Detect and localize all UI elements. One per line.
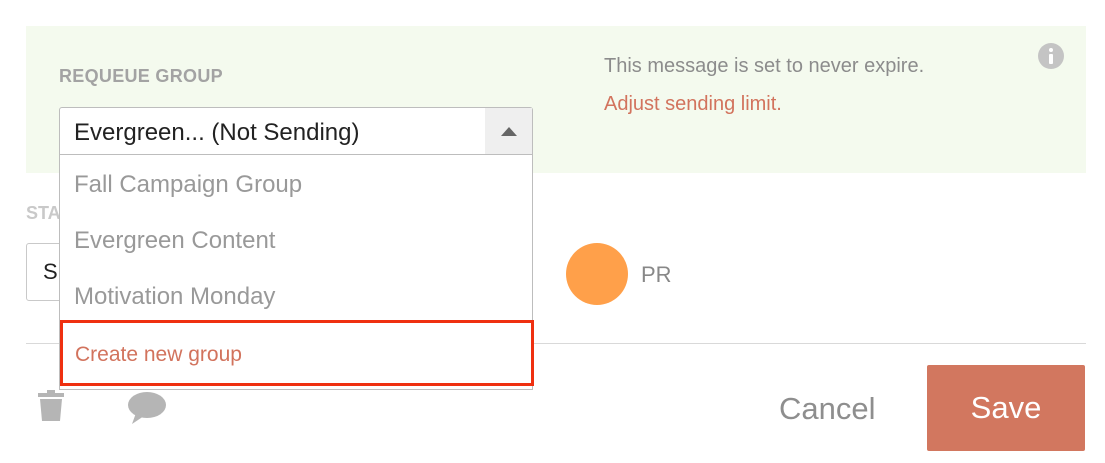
dropdown-option[interactable]: Fall Campaign Group xyxy=(74,171,302,199)
adjust-sending-limit-link[interactable]: Adjust sending limit. xyxy=(604,93,782,116)
create-new-group-label: Create new group xyxy=(75,343,242,366)
comment-icon[interactable] xyxy=(127,391,167,425)
cancel-button[interactable]: Cancel xyxy=(779,391,876,427)
create-new-group-option[interactable]: Create new group xyxy=(60,320,534,386)
requeue-group-selected-value: Evergreen... (Not Sending) xyxy=(74,119,360,146)
requeue-group-label: REQUEUE GROUP xyxy=(59,66,223,86)
info-icon[interactable] xyxy=(1037,42,1065,70)
save-button[interactable]: Save xyxy=(927,365,1085,451)
avatar xyxy=(566,243,628,305)
dropdown-option[interactable]: Evergreen Content xyxy=(74,227,275,255)
requeue-group-dropdown-list: Fall Campaign Group Evergreen Content Mo… xyxy=(59,155,534,390)
chevron-up-icon xyxy=(501,127,517,136)
expiry-message: This message is set to never expire. xyxy=(604,55,925,77)
trash-icon[interactable] xyxy=(37,390,65,422)
status-label: STA xyxy=(26,203,61,223)
dropdown-option[interactable]: Motivation Monday xyxy=(74,283,275,311)
dropdown-toggle[interactable] xyxy=(485,108,532,154)
requeue-group-select[interactable]: Evergreen... (Not Sending) xyxy=(59,107,533,155)
status-select-value: S xyxy=(43,259,58,284)
author-initials: PR xyxy=(641,262,672,287)
